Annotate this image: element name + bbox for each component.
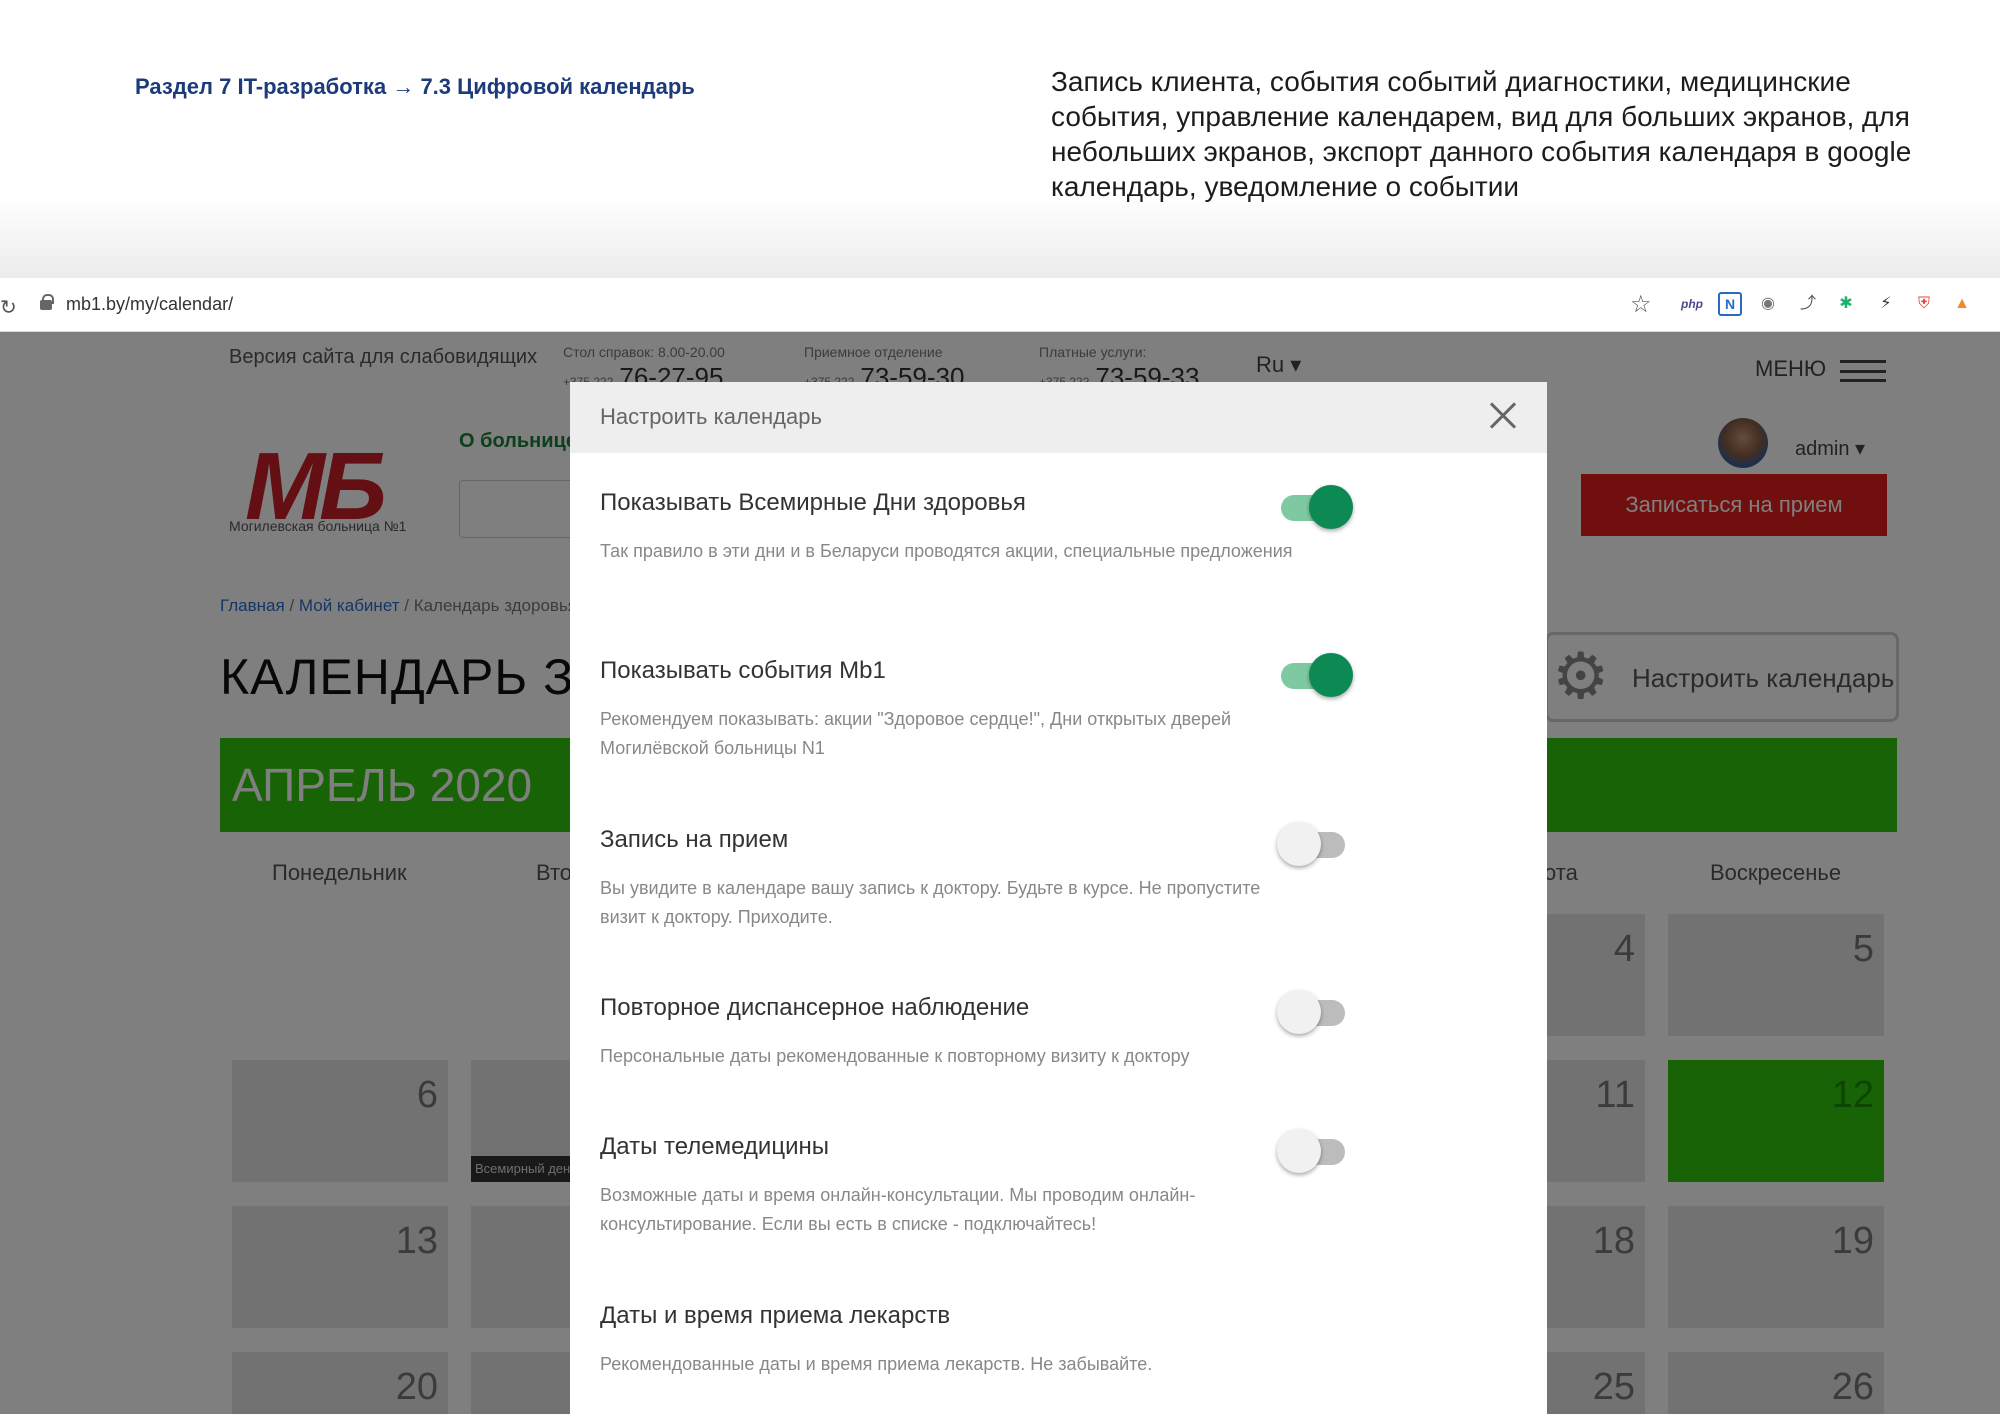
address-bar: ↻ mb1.by/my/calendar/ ☆ php N ◉ ⤴ ✱ ⚡ ⛨ … [0, 278, 2000, 332]
setting-telemedicine: Даты телемедицины Возможные даты и время… [600, 1133, 1300, 1239]
pin-icon[interactable]: ✱ [1834, 292, 1858, 316]
toggle-telemedicine[interactable] [1277, 1126, 1349, 1176]
stethoscope-icon[interactable]: ⤴ [1796, 292, 1820, 316]
setting-description: Так правило в эти дни и в Беларуси прово… [600, 541, 1293, 561]
php-icon[interactable]: php [1680, 292, 1704, 316]
close-icon[interactable] [1478, 390, 1528, 440]
toggle-knob [1277, 822, 1321, 866]
dialog-title: Настроить календарь [600, 404, 822, 429]
arrow-icon: → [392, 74, 415, 99]
bookmark-star-icon[interactable]: ☆ [1630, 290, 1652, 319]
thumb-icon[interactable]: ▲ [1950, 292, 1974, 316]
setting-medication: Даты и время приема лекарств Рекомендова… [600, 1302, 1300, 1379]
lock-icon[interactable] [40, 294, 54, 310]
setting-description: Рекомендуем показывать: акции "Здоровое … [600, 709, 1232, 758]
setting-description: Рекомендованные даты и время приема лека… [600, 1354, 1153, 1374]
setting-description: Персональные даты рекомендованные к повт… [600, 1046, 1190, 1066]
setting-world-health-days: Показывать Всемирные Дни здоровья Так пр… [600, 489, 1300, 566]
setting-title: Показывать Всемирные Дни здоровья [600, 489, 1026, 516]
toggle-knob [1309, 653, 1353, 697]
setting-title: Показывать события Mb1 [600, 657, 886, 684]
toggle-mb1-events[interactable] [1277, 650, 1353, 700]
setting-description: Вы увидите в календаре вашу запись к док… [600, 878, 1261, 927]
setting-title: Запись на прием [600, 826, 789, 853]
toggle-follow-up[interactable] [1277, 987, 1349, 1037]
setting-description: Возможные даты и время онлайн-консультац… [600, 1185, 1196, 1234]
section-label: Раздел 7 IT-разработка [135, 74, 387, 99]
dialog-header: Настроить календарь [570, 382, 1547, 453]
setting-follow-up: Повторное диспансерное наблюдение Персон… [600, 994, 1300, 1071]
setting-title: Даты телемедицины [600, 1133, 829, 1160]
setting-appointments: Запись на прием Вы увидите в календаре в… [600, 826, 1300, 932]
globe-icon[interactable]: ◉ [1756, 292, 1780, 316]
calendar-settings-dialog: Настроить календарь Показывать Всемирные… [570, 382, 1547, 1414]
bolt-icon[interactable]: ⚡ [1874, 292, 1898, 316]
presentation-header: Раздел 7 IT-разработка → 7.3 Цифровой ка… [0, 0, 2000, 278]
setting-mb1-events: Показывать события Mb1 Рекомендуем показ… [600, 657, 1300, 763]
reload-icon[interactable]: ↻ [0, 295, 17, 320]
setting-title: Повторное диспансерное наблюдение [600, 994, 1030, 1021]
toggle-appointments[interactable] [1277, 819, 1349, 869]
toggle-world-health-days[interactable] [1277, 482, 1353, 532]
subsection-label: 7.3 Цифровой календарь [420, 74, 695, 99]
section-heading: Раздел 7 IT-разработка → 7.3 Цифровой ка… [135, 74, 695, 100]
shield-icon[interactable]: ⛨ [1912, 292, 1936, 316]
n-extension-icon[interactable]: N [1718, 292, 1742, 316]
toggle-knob [1277, 1129, 1321, 1173]
url-field[interactable]: mb1.by/my/calendar/ [66, 294, 233, 315]
toggle-knob [1277, 990, 1321, 1034]
section-description: Запись клиента, события событий диагност… [1051, 66, 1912, 202]
toggle-knob [1309, 485, 1353, 529]
setting-title: Даты и время приема лекарств [600, 1302, 951, 1329]
